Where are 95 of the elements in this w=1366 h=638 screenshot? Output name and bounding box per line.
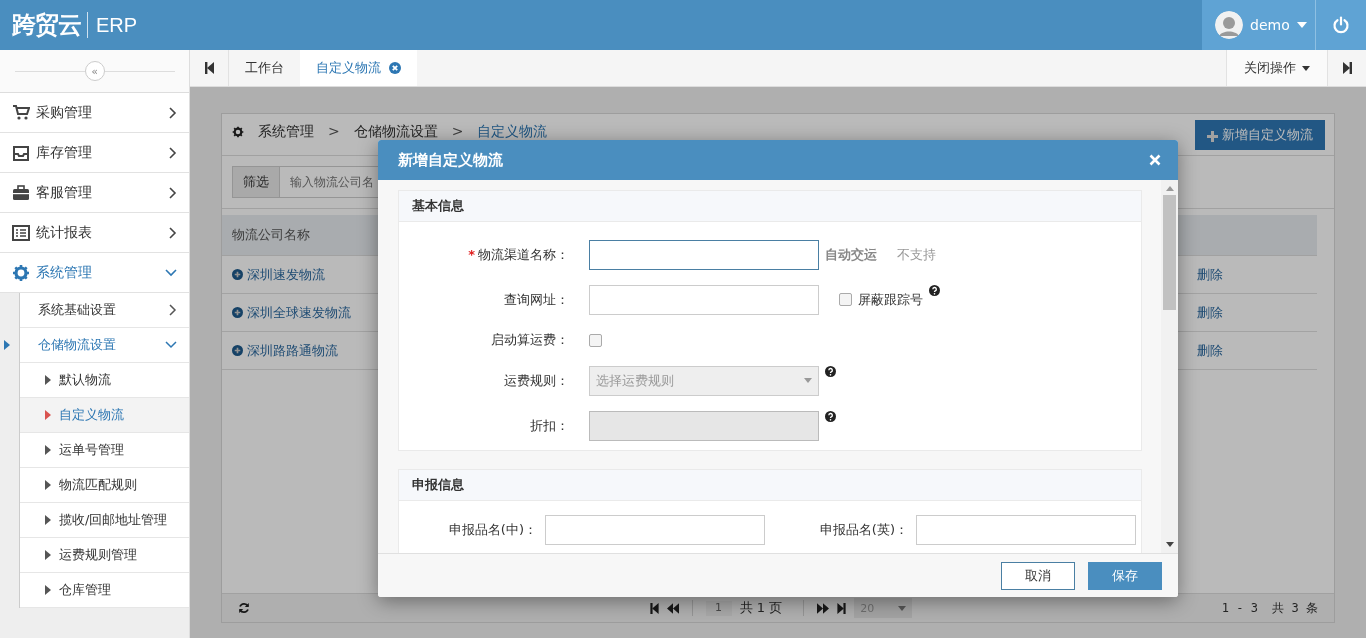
tab[interactable]: 工作台 — [229, 50, 300, 86]
field-label: 启动算运费： — [491, 331, 569, 349]
caret-icon — [804, 378, 812, 383]
save-button[interactable]: 保存 — [1088, 561, 1162, 590]
rewind-icon[interactable] — [666, 602, 679, 614]
logo-text: 跨贸云 — [12, 10, 81, 41]
product-name: ERP — [96, 13, 138, 37]
sidebar-item[interactable]: 客服管理 — [0, 173, 189, 213]
caret-right-icon — [45, 515, 51, 525]
input-field[interactable] — [589, 239, 819, 270]
sidebar-subitem[interactable]: 揽收/回邮地址管理 — [20, 503, 189, 538]
sidebar-subitem[interactable]: 自定义物流 — [20, 398, 189, 433]
company-link[interactable]: 深圳速发物流 — [247, 265, 325, 284]
column-header: 物流公司名称 — [232, 226, 310, 244]
checkbox-label: 屏蔽跟踪号 — [858, 290, 923, 309]
dialog-title: 新增自定义物流 — [398, 150, 503, 170]
field-label: 物流渠道名称： — [478, 245, 569, 264]
close-icon[interactable] — [389, 62, 401, 74]
required-mark: * — [468, 247, 475, 262]
breadcrumb-item[interactable]: 系统管理 — [258, 123, 314, 141]
scroll-down-icon — [1165, 542, 1174, 547]
caret-icon — [898, 605, 907, 611]
sidebar-item[interactable]: 采购管理 — [0, 93, 189, 133]
input-field[interactable] — [916, 514, 1136, 545]
sidebar-subitem[interactable]: 系统基础设置 — [20, 293, 189, 328]
checkbox[interactable] — [589, 333, 602, 347]
delete-link[interactable]: 删除 — [1197, 265, 1223, 284]
scroll-up-icon — [1165, 186, 1174, 191]
skip-start-icon — [204, 62, 214, 74]
field-label: 申报品名(中)： — [448, 520, 537, 539]
breadcrumb-separator: > — [451, 123, 464, 139]
collapse-button[interactable]: « — [84, 61, 105, 81]
plus-circle-icon[interactable] — [232, 307, 243, 318]
status-text: 自动交运 — [825, 245, 877, 264]
power-icon — [1332, 16, 1350, 34]
plus-circle-icon[interactable] — [232, 345, 243, 356]
sidebar-item[interactable]: 库存管理 — [0, 133, 189, 173]
sidebar-subitem[interactable]: 仓储物流设置 — [20, 328, 189, 363]
cancel-button[interactable]: 取消 — [1001, 561, 1075, 590]
scrollbar-thumb[interactable] — [1163, 195, 1176, 310]
sidebar-item[interactable]: 系统管理 — [0, 253, 189, 293]
briefcase-icon — [12, 183, 30, 202]
section-title: 基本信息 — [399, 191, 1141, 222]
section-title: 申报信息 — [399, 470, 1141, 501]
skip-end-icon — [1342, 62, 1352, 74]
breadcrumb-separator: > — [328, 123, 340, 139]
skip-start-icon[interactable] — [649, 602, 659, 614]
sidebar-subitem[interactable]: 运费规则管理 — [20, 538, 189, 573]
delete-link[interactable]: 删除 — [1197, 303, 1223, 322]
cart-icon — [12, 103, 30, 122]
field-label: 折扣： — [530, 416, 569, 435]
caret-right-icon — [45, 445, 51, 455]
delete-link[interactable]: 删除 — [1197, 341, 1223, 360]
avatar-icon — [1215, 11, 1243, 39]
skip-end-icon[interactable] — [837, 602, 847, 614]
gear-icon — [12, 263, 30, 282]
sidebar-subitem[interactable]: 仓库管理 — [20, 573, 189, 608]
caret-right-icon — [45, 550, 51, 560]
sidebar-subitem[interactable]: 物流匹配规则 — [20, 468, 189, 503]
close-icon[interactable] — [1149, 154, 1161, 166]
fast-forward-icon[interactable] — [817, 602, 830, 614]
field-label: 申报品名(英)： — [819, 520, 908, 539]
caret-right-icon — [45, 585, 51, 595]
field-label: 查询网址： — [504, 290, 569, 309]
page-input[interactable]: 1 — [705, 600, 732, 616]
gear-icon — [232, 126, 244, 138]
company-link[interactable]: 深圳全球速发物流 — [247, 303, 351, 322]
caret-right-icon — [4, 340, 10, 350]
field-label: 运费规则： — [504, 371, 569, 390]
breadcrumb-item[interactable]: 仓储物流设置 — [353, 123, 438, 141]
scrollbar[interactable] — [1161, 180, 1178, 553]
inbox-icon — [12, 143, 30, 162]
tab[interactable]: 自定义物流 — [300, 50, 417, 86]
sidebar-item[interactable]: 统计报表 — [0, 213, 189, 253]
company-link[interactable]: 深圳路路通物流 — [247, 341, 338, 360]
input-field[interactable] — [545, 514, 765, 545]
user-menu[interactable]: demo — [1202, 0, 1315, 50]
caret-right-icon — [45, 375, 51, 385]
caret-right-icon — [45, 410, 51, 420]
list-icon — [12, 223, 30, 242]
record-count: 1 - 3 共 3 条 — [1221, 599, 1318, 617]
plus-circle-icon[interactable] — [232, 269, 243, 280]
refresh-icon[interactable] — [238, 602, 250, 614]
page-count: 共 1 页 — [739, 599, 783, 617]
plus-icon — [1207, 130, 1218, 142]
checkbox[interactable] — [839, 293, 852, 306]
breadcrumb-item: 自定义物流 — [477, 123, 548, 141]
caret-icon — [1302, 65, 1310, 71]
caret-icon — [1296, 22, 1307, 28]
add-button[interactable]: 新增自定义物流 — [1195, 119, 1325, 150]
status-text: 不支持 — [897, 245, 936, 264]
caret-right-icon — [45, 480, 51, 490]
sidebar-subitem[interactable]: 运单号管理 — [20, 433, 189, 468]
input-field[interactable] — [589, 284, 819, 315]
close-menu-button[interactable]: 关闭操作 — [1226, 50, 1327, 86]
